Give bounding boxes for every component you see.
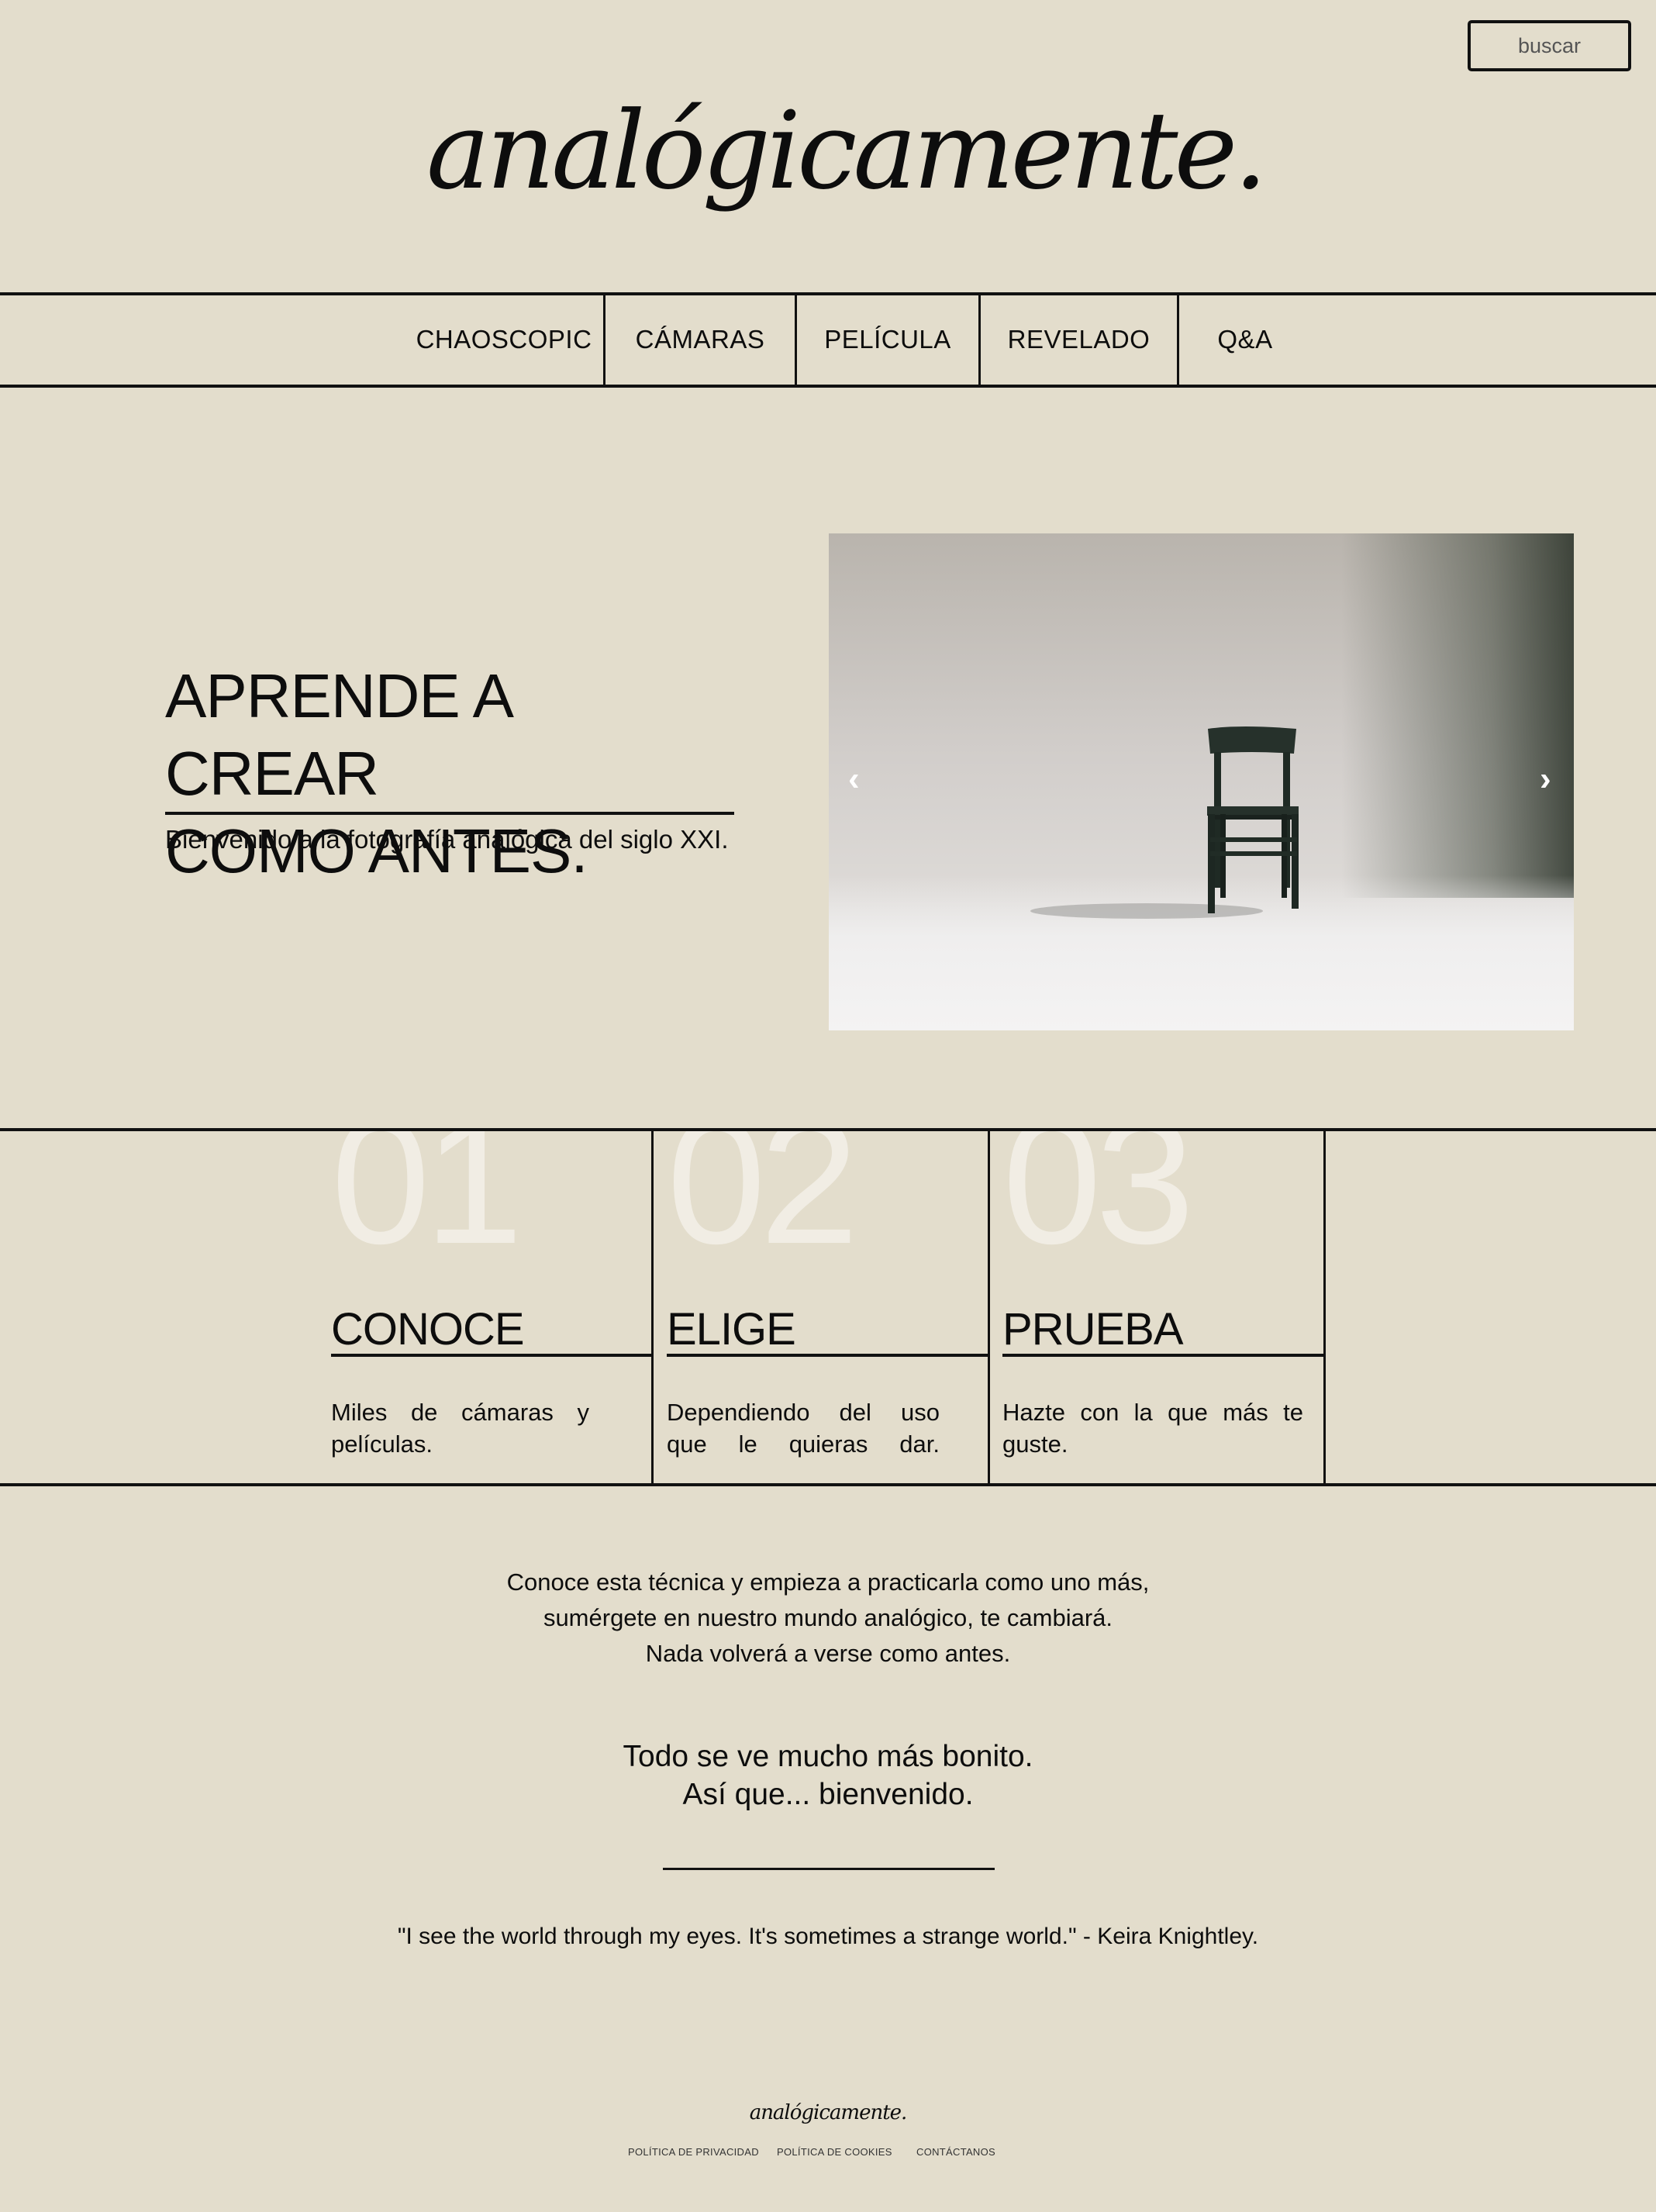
intro-line: Nada volverá a verse como antes. bbox=[645, 1640, 1011, 1667]
nav-item-pelicula[interactable]: PELÍCULA bbox=[797, 293, 978, 386]
step-description: Hazte con la que más te guste. bbox=[1002, 1399, 1303, 1458]
step-number: 01 bbox=[331, 1131, 523, 1271]
nav-item-qa[interactable]: Q&A bbox=[1179, 293, 1311, 386]
nav-item-chaoscopic[interactable]: CHAOSCOPIC bbox=[403, 293, 605, 386]
hero-title-line1: APRENDE A CREAR bbox=[165, 661, 511, 808]
steps-divider bbox=[988, 1128, 990, 1485]
footer-link-privacy[interactable]: POLÍTICA DE PRIVACIDAD bbox=[628, 2146, 759, 2158]
step-underline bbox=[331, 1354, 652, 1357]
step-description: Dependiendo del uso que le quieras dar. bbox=[667, 1399, 940, 1458]
steps-bottom-border bbox=[0, 1483, 1656, 1486]
step-title: CONOCE bbox=[331, 1304, 525, 1354]
chair-illustration bbox=[1030, 726, 1299, 919]
carousel-prev-button[interactable]: ‹ bbox=[848, 760, 860, 799]
step-number: 03 bbox=[1002, 1131, 1195, 1271]
footer-link-cookies[interactable]: POLÍTICA DE COOKIES bbox=[777, 2146, 892, 2158]
intro-paragraph: Conoce esta técnica y empieza a practica… bbox=[0, 1565, 1656, 1672]
step-number: 02 bbox=[667, 1131, 859, 1271]
nav-item-revelado[interactable]: REVELADO bbox=[981, 293, 1177, 386]
footer-logo[interactable]: analógicamente. bbox=[0, 2101, 1656, 2124]
steps-divider bbox=[1323, 1128, 1326, 1485]
tagline-line: Todo se ve mucho más bonito. bbox=[623, 1740, 1033, 1773]
step-underline bbox=[1002, 1354, 1323, 1357]
step-number-clip: 02 bbox=[667, 1131, 915, 1271]
footer-link-contact[interactable]: CONTÁCTANOS bbox=[916, 2146, 995, 2158]
tagline: Todo se ve mucho más bonito. Así que... … bbox=[0, 1738, 1656, 1813]
intro-line: Conoce esta técnica y empieza a practica… bbox=[506, 1568, 1150, 1596]
quote: "I see the world through my eyes. It's s… bbox=[397, 1924, 1259, 1949]
site-logo[interactable]: analógicamente. bbox=[426, 78, 1268, 225]
search-button[interactable]: buscar bbox=[1468, 20, 1631, 71]
hero-carousel-image bbox=[829, 533, 1574, 1030]
step-title: PRUEBA bbox=[1002, 1304, 1184, 1354]
steps-divider bbox=[651, 1128, 654, 1485]
carousel-next-button[interactable]: › bbox=[1540, 760, 1551, 799]
hero-subtitle: Bienvenido a la fotografía analógica del… bbox=[165, 825, 729, 854]
nav-item-camaras[interactable]: CÁMARAS bbox=[605, 293, 795, 386]
step-underline bbox=[667, 1354, 988, 1357]
hero-underline bbox=[165, 812, 734, 815]
step-number-clip: 01 bbox=[331, 1131, 564, 1271]
step-number-clip: 03 bbox=[1002, 1131, 1251, 1271]
tagline-line: Así que... bienvenido. bbox=[682, 1778, 974, 1811]
quote-divider bbox=[663, 1868, 995, 1870]
step-title: ELIGE bbox=[667, 1304, 796, 1354]
intro-line: sumérgete en nuestro mundo analógico, te… bbox=[543, 1604, 1113, 1631]
step-description: Miles de cámaras y películas. bbox=[331, 1399, 589, 1458]
